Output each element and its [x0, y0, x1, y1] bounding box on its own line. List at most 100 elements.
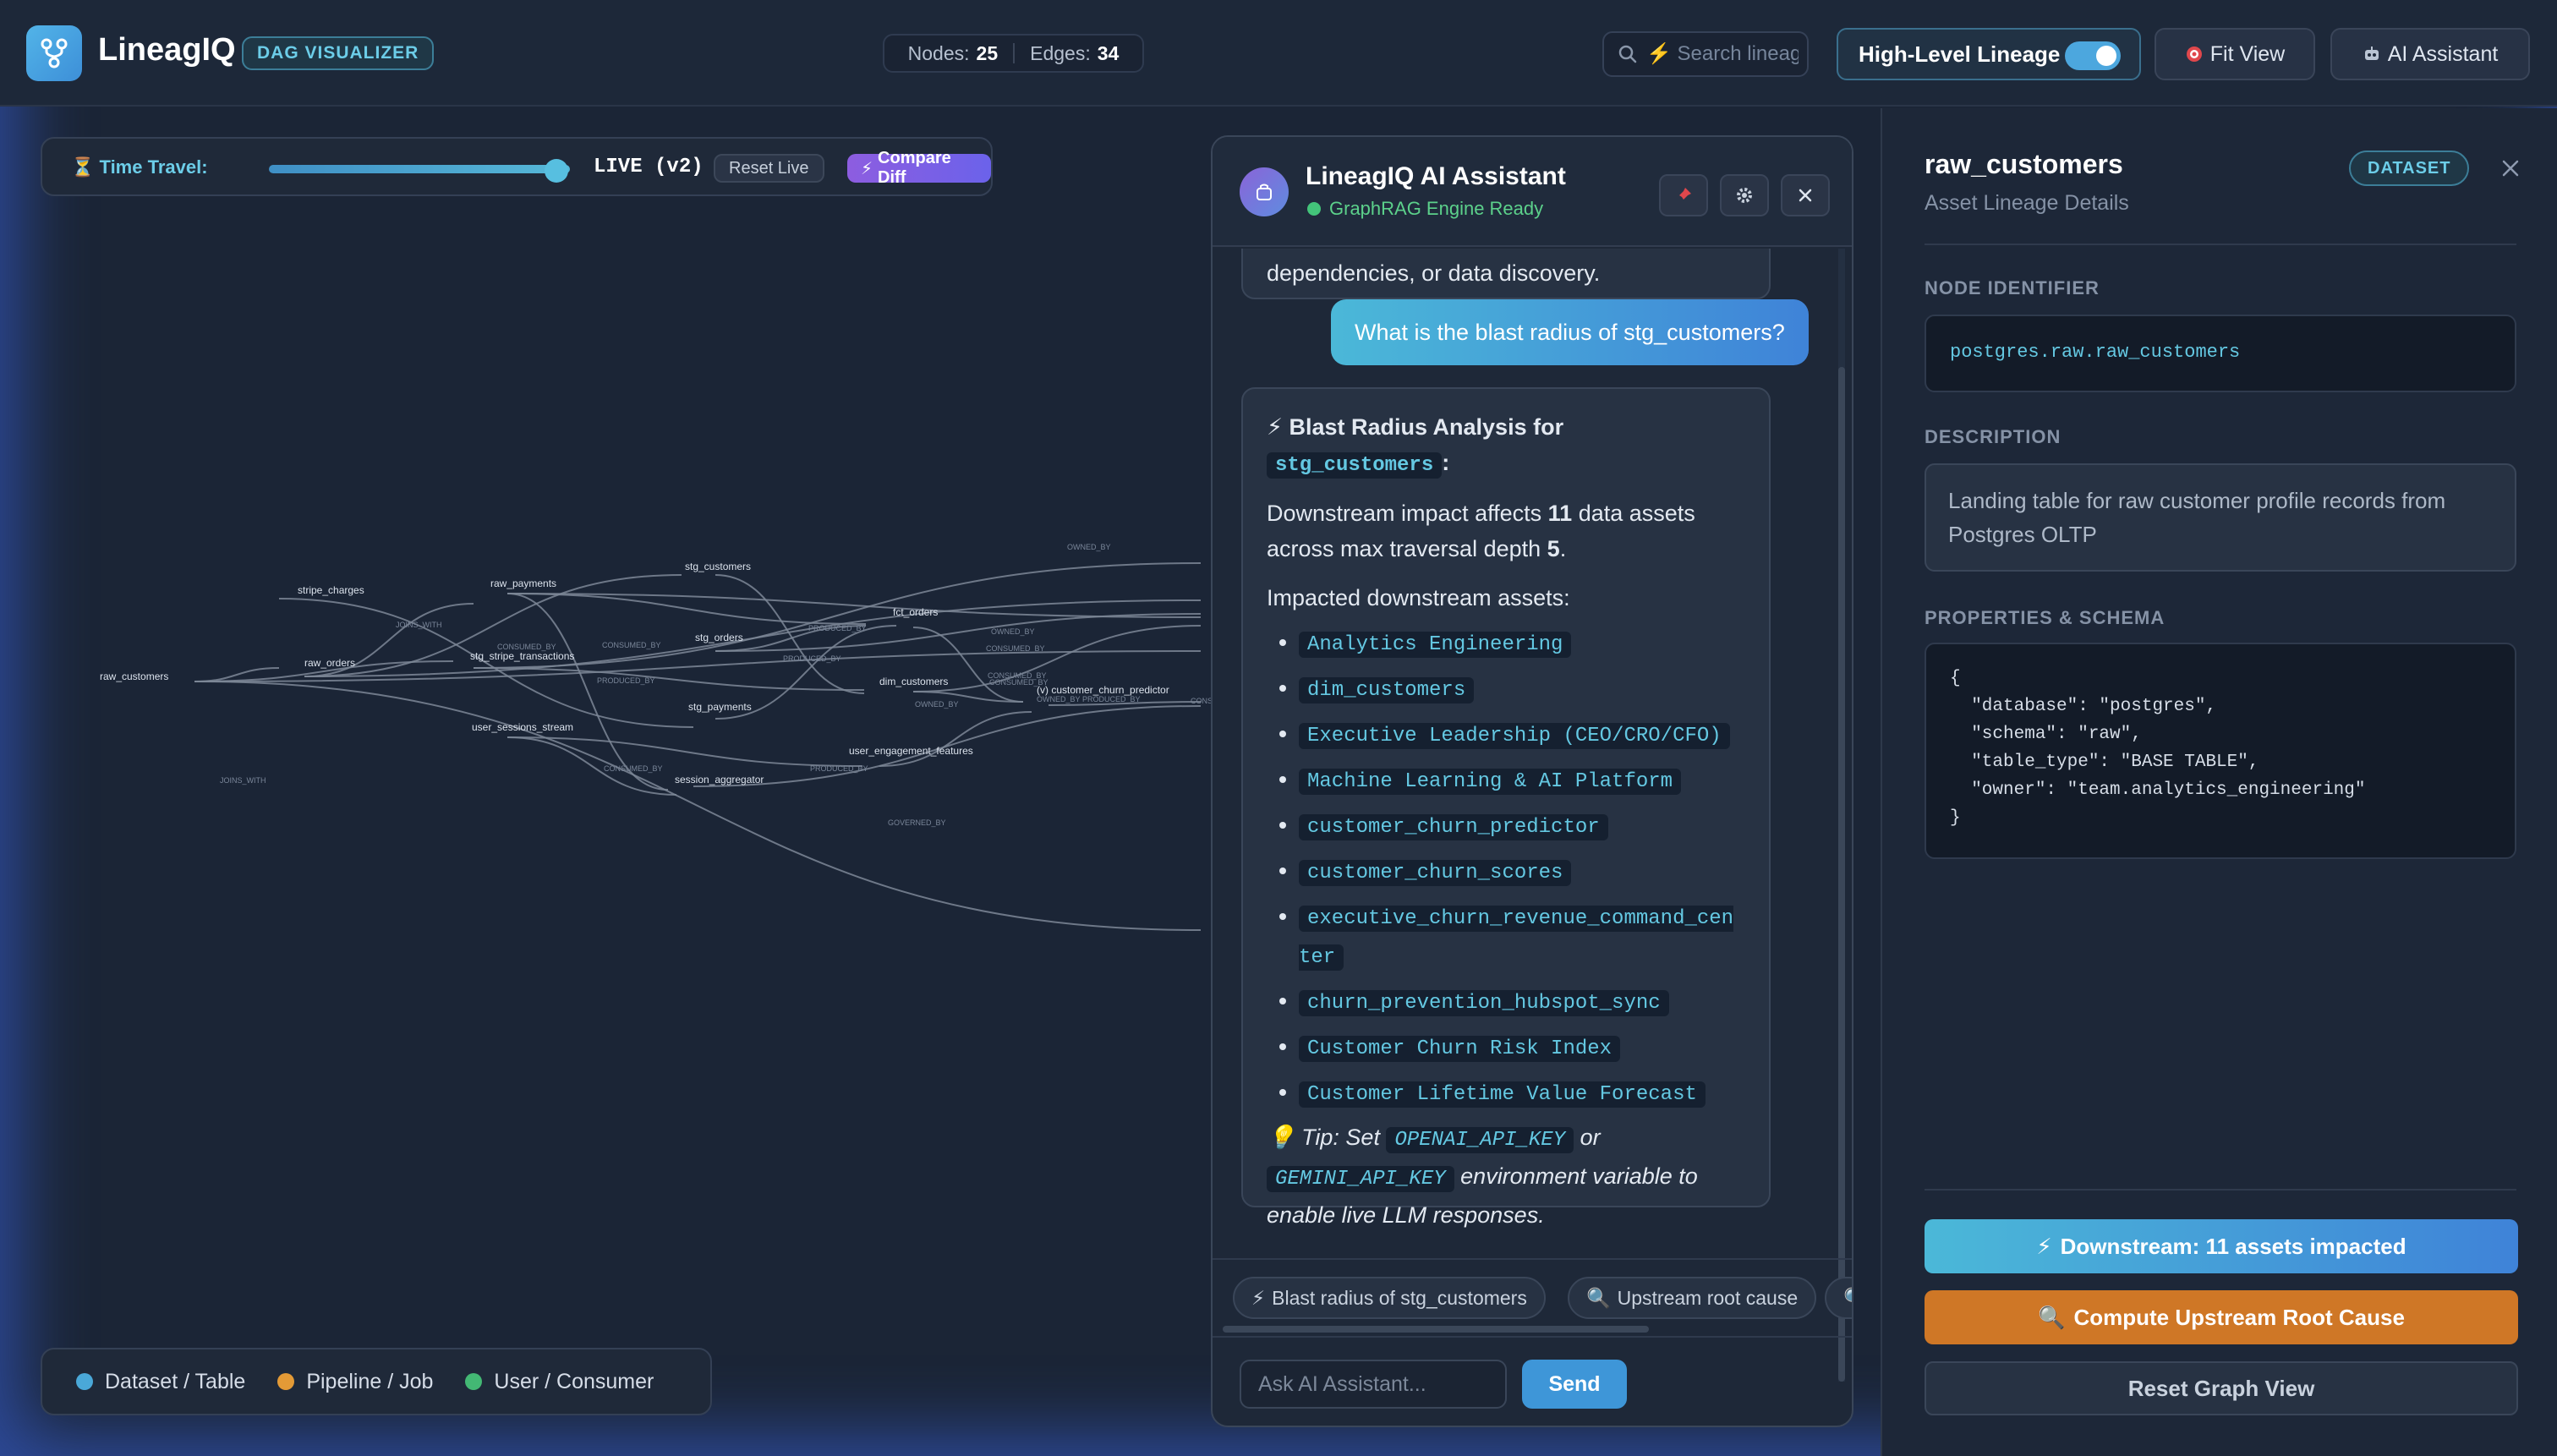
graph-node-label[interactable]: user_engagement_features — [849, 745, 973, 757]
assistant-title: LineagIQ AI Assistant — [1306, 162, 1566, 190]
ai-assistant-button[interactable]: AI Assistant — [2330, 28, 2530, 80]
toggle-switch[interactable] — [2065, 41, 2121, 70]
assistant-message-previous: dependencies, or data discovery. — [1241, 249, 1771, 299]
graph-node-label[interactable]: stg_payments — [688, 701, 752, 713]
list-item: Analytics Engineering — [1299, 624, 1745, 663]
graph-labels: JOINS_WITH JOINS_WITH CONSUMED_BY CONSUMED_… — [100, 543, 1218, 827]
graph-node-label[interactable]: stg_orders — [695, 632, 743, 643]
chat-input-row: Send — [1213, 1336, 1852, 1426]
list-item: Machine Learning & AI Platform — [1299, 761, 1745, 800]
node-identifier-label: NODE IDENTIFIER — [1925, 277, 2100, 298]
top-header: LineagIQ DAG VISUALIZER Nodes: 25 Edges: 3… — [0, 0, 2557, 107]
edge-label: PRODUCED_BY — [597, 676, 655, 685]
graph-edge — [506, 593, 669, 791]
chip-partial[interactable]: 🔍 — [1825, 1277, 1852, 1319]
edges-stat: Edges: 34 — [1030, 41, 1120, 64]
upstream-root-cause-button[interactable]: 🔍 Compute Upstream Root Cause — [1925, 1290, 2518, 1344]
graph-edge — [506, 736, 863, 767]
downstream-impact-button[interactable]: ⚡ Downstream: 11 assets impacted — [1925, 1219, 2518, 1273]
chips-scrollbar[interactable] — [1223, 1326, 1649, 1333]
lightbulb-icon: 💡 — [1267, 1125, 1295, 1150]
list-item: customer_churn_scores — [1299, 852, 1745, 891]
impacted-assets-list: Analytics Engineering dim_customers Exec… — [1267, 624, 1745, 1113]
reset-live-button[interactable]: Reset Live — [714, 154, 824, 183]
graph-node-label[interactable]: (v) customer_churn_predictor — [1037, 684, 1169, 696]
slider-thumb[interactable] — [545, 159, 568, 183]
edge-label: JOINS_WITH — [396, 621, 442, 629]
list-item: churn_prevention_hubspot_sync — [1299, 983, 1745, 1021]
list-item: Customer Churn Risk Index — [1299, 1028, 1745, 1067]
list-item: customer_churn_predictor — [1299, 807, 1745, 846]
pin-button[interactable] — [1659, 174, 1708, 216]
search-box[interactable] — [1602, 31, 1809, 77]
graph-node-label[interactable]: raw_orders — [304, 657, 355, 669]
graph-node-label[interactable]: raw_payments — [490, 577, 556, 589]
pipeline-dot — [277, 1373, 295, 1390]
high-level-lineage-toggle[interactable]: High-Level Lineage — [1837, 28, 2141, 80]
chat-input[interactable] — [1240, 1360, 1507, 1409]
chat-scrollbar[interactable] — [1838, 249, 1845, 1382]
graph-node-label[interactable]: stg_customers — [685, 561, 751, 572]
list-item: executive_churn_revenue_command_center — [1299, 898, 1745, 976]
time-travel-slider[interactable] — [269, 165, 570, 173]
graph-node-label[interactable]: stg_stripe_transactions — [470, 650, 574, 662]
chat-history[interactable]: dependencies, or data discovery. What is… — [1213, 249, 1852, 1385]
settings-button[interactable] — [1720, 174, 1769, 216]
node-identifier-box: postgres.raw.raw_customers — [1925, 315, 2516, 392]
lightning-icon: ⚡ — [1251, 1286, 1266, 1309]
graph-node-label[interactable]: fct_orders — [893, 606, 938, 618]
edge-label: OWNED_BY — [1067, 543, 1111, 551]
time-travel-bar: ⏳ Time Travel: LIVE (v2) Reset Live ⚡ Co… — [41, 137, 993, 196]
lightning-icon: ⚡ — [1267, 414, 1283, 440]
nodes-count: 25 — [976, 41, 999, 64]
list-item: dim_customers — [1299, 670, 1745, 709]
assistant-message-response: ⚡ Blast Radius Analysis for stg_customer… — [1241, 387, 1771, 1228]
graph-node-label[interactable]: session_aggregator — [675, 774, 764, 785]
app-window: LineagIQ DAG VISUALIZER Nodes: 25 Edges: 3… — [0, 0, 2557, 1456]
chip-upstream-root-cause[interactable]: 🔍 Upstream root cause — [1568, 1277, 1817, 1319]
list-heading: Impacted downstream assets: — [1267, 585, 1570, 610]
edge-label: JOINS_WITH — [220, 776, 266, 785]
edge-label: CONSUMED_BY — [602, 641, 661, 649]
openai-key-code: OPENAI_API_KEY — [1386, 1127, 1574, 1153]
compare-diff-button[interactable]: ⚡ Compare Diff — [847, 149, 991, 187]
ai-assistant-panel: LineagIQ AI Assistant GraphRAG Engine Re… — [1211, 135, 1853, 1427]
graph-node-label[interactable]: stripe_charges — [298, 584, 364, 596]
search-input[interactable] — [1646, 42, 1799, 66]
brand-name: LineagIQ — [98, 32, 236, 68]
heading-asset-code: stg_customers — [1267, 452, 1443, 479]
chip-blast-radius[interactable]: ⚡ Blast radius of stg_customers — [1233, 1277, 1546, 1319]
graph-edges — [194, 562, 1202, 931]
pin-icon — [1676, 188, 1691, 203]
close-icon[interactable] — [2498, 156, 2523, 181]
close-assistant-button[interactable] — [1781, 174, 1830, 216]
legend-user: User / Consumer — [465, 1370, 654, 1394]
graph-stats: Nodes: 25 Edges: 34 — [883, 34, 1144, 73]
edge-label: PRODUCED_BY — [808, 624, 867, 632]
search-icon — [1618, 45, 1637, 63]
asset-type-badge: DATASET — [2349, 151, 2470, 186]
list-item: Customer Lifetime Value Forecast — [1299, 1074, 1745, 1113]
graph-node-label[interactable]: user_sessions_stream — [472, 721, 573, 733]
legend-dataset: Dataset / Table — [76, 1370, 245, 1394]
asset-details-panel: raw_customers Asset Lineage Details DATA… — [1881, 108, 2557, 1456]
properties-json: { "database": "postgres", "schema": "raw… — [1950, 669, 2366, 828]
toggle-knob — [2096, 46, 2116, 66]
scrollbar-thumb[interactable] — [1838, 367, 1845, 1382]
details-divider — [1925, 244, 2516, 245]
dataset-dot — [76, 1373, 93, 1390]
magnifier-icon: 🔍 — [1843, 1287, 1852, 1310]
edges-count: 34 — [1097, 41, 1120, 64]
asset-subtitle: Asset Lineage Details — [1925, 191, 2129, 215]
robot-icon — [2364, 47, 2379, 60]
graph-node-label[interactable]: raw_customers — [100, 671, 168, 682]
fit-view-button[interactable]: Fit View — [2155, 28, 2315, 80]
reset-graph-view-button[interactable]: Reset Graph View — [1925, 1361, 2518, 1415]
lineage-graph-canvas[interactable]: JOINS_WITH JOINS_WITH CONSUMED_BY CONSUMED_… — [0, 110, 1218, 1429]
graph-edge — [912, 625, 1202, 692]
graph-edge — [879, 711, 1032, 767]
asset-title: raw_customers — [1925, 149, 2123, 179]
graph-node-label[interactable]: dim_customers — [879, 676, 948, 687]
send-button[interactable]: Send — [1522, 1360, 1627, 1409]
legend-pipeline: Pipeline / Job — [277, 1370, 433, 1394]
